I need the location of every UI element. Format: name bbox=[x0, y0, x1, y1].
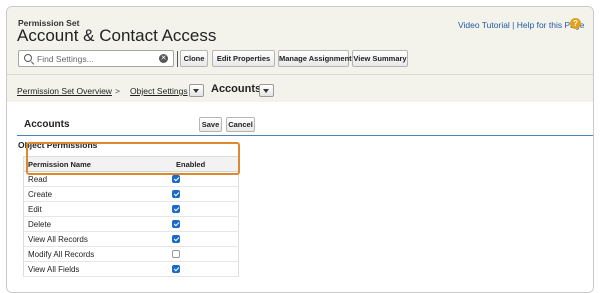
permission-name: View All Records bbox=[23, 231, 172, 247]
table-row: View All Records bbox=[23, 231, 239, 247]
breadcrumb-object-settings-link[interactable]: Object Settings bbox=[130, 86, 188, 96]
clone-button[interactable]: Clone bbox=[180, 50, 208, 67]
clear-icon[interactable]: ✕ bbox=[159, 54, 168, 63]
find-settings-search[interactable]: ✕ bbox=[18, 50, 174, 67]
toolbar-divider bbox=[177, 51, 178, 67]
save-button[interactable]: Save bbox=[199, 117, 222, 132]
breadcrumb-overview-link[interactable]: Permission Set Overview bbox=[17, 86, 112, 96]
permission-name: Modify All Records bbox=[23, 246, 172, 262]
permission-name: Edit bbox=[23, 201, 172, 217]
permission-name: Create bbox=[23, 186, 172, 202]
enabled-checkbox[interactable] bbox=[172, 250, 180, 259]
enabled-checkbox[interactable] bbox=[172, 265, 180, 274]
enabled-checkbox[interactable] bbox=[172, 205, 180, 214]
search-input[interactable] bbox=[37, 52, 152, 65]
enabled-cell bbox=[172, 201, 239, 217]
manage-assignments-button[interactable]: Manage Assignments bbox=[278, 50, 356, 67]
table-row: Modify All Records bbox=[23, 246, 239, 262]
table-row: Delete bbox=[23, 216, 239, 232]
header-divider bbox=[7, 74, 593, 75]
cancel-button[interactable]: Cancel bbox=[226, 117, 255, 132]
object-settings-dropdown-button[interactable] bbox=[189, 84, 204, 97]
permission-name: Delete bbox=[23, 216, 172, 232]
enabled-checkbox[interactable] bbox=[172, 220, 180, 229]
section-title: Accounts bbox=[24, 119, 70, 130]
enabled-checkbox[interactable] bbox=[172, 235, 180, 244]
page-header: Permission Set Account & Contact Access … bbox=[7, 7, 593, 102]
enabled-cell bbox=[172, 231, 239, 247]
highlight-box bbox=[26, 142, 240, 175]
enabled-checkbox[interactable] bbox=[172, 175, 180, 184]
breadcrumb-separator: > bbox=[115, 86, 120, 96]
edit-properties-button[interactable]: Edit Properties bbox=[212, 50, 275, 67]
table-row: View All Fields bbox=[23, 261, 239, 277]
enabled-cell bbox=[172, 186, 239, 202]
table-row: Edit bbox=[23, 201, 239, 217]
search-icon bbox=[24, 54, 32, 62]
help-links[interactable]: Video Tutorial | Help for this Page bbox=[458, 20, 584, 30]
enabled-checkbox[interactable] bbox=[172, 190, 180, 199]
page-title: Account & Contact Access bbox=[17, 26, 217, 45]
permission-name: View All Fields bbox=[23, 261, 172, 277]
breadcrumb-current: Accounts bbox=[211, 83, 262, 95]
enabled-cell bbox=[172, 216, 239, 232]
view-summary-button[interactable]: View Summary bbox=[352, 50, 408, 67]
permissions-table-body: Read Create Edit Delete View All Records Modi… bbox=[23, 171, 239, 277]
section-divider bbox=[17, 135, 593, 136]
app-window: Permission Set Account & Contact Access … bbox=[6, 6, 594, 293]
table-row: Create bbox=[23, 186, 239, 202]
question-circle-icon[interactable]: ? bbox=[570, 18, 581, 29]
enabled-cell bbox=[172, 261, 239, 277]
main-content: Accounts Save Cancel Object Permissions … bbox=[7, 102, 593, 292]
enabled-cell bbox=[172, 246, 239, 262]
accounts-dropdown-button[interactable] bbox=[259, 84, 274, 97]
